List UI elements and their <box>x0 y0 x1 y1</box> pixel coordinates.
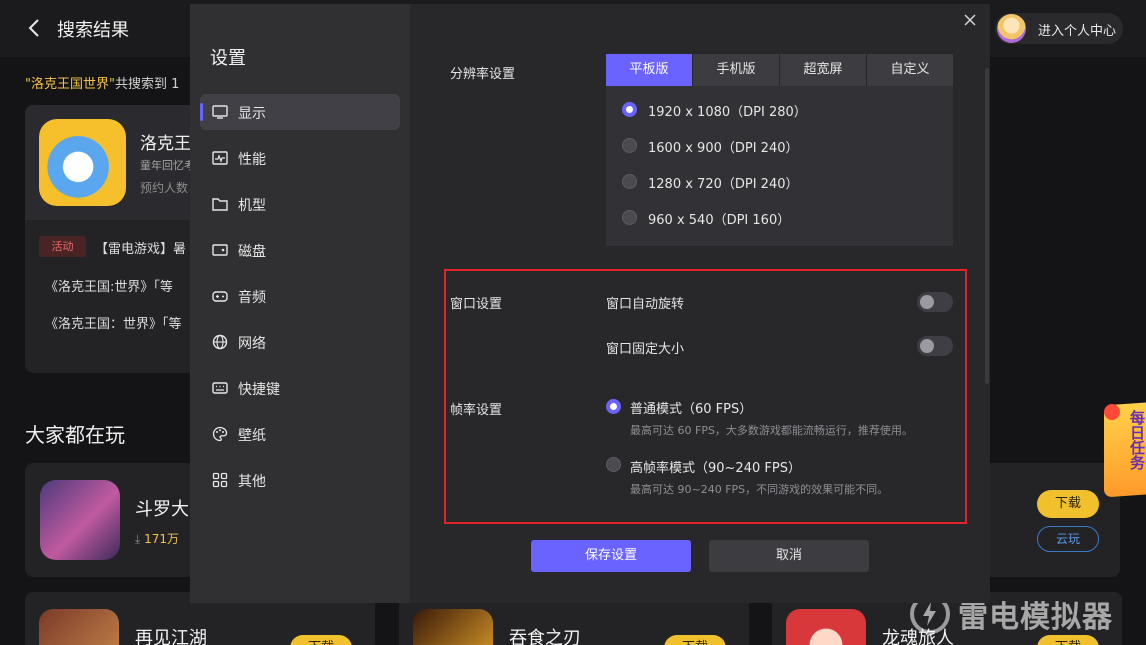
nav-item-disk[interactable]: 磁盘 <box>200 232 400 268</box>
framerate-option-label[interactable]: 高帧率模式（90~240 FPS） <box>630 457 801 476</box>
tab-phone[interactable]: 手机版 <box>693 54 779 86</box>
nav-item-model[interactable]: 机型 <box>200 186 400 222</box>
download-button[interactable]: 下载 <box>1037 490 1099 518</box>
game-icon[interactable] <box>39 609 119 645</box>
activity-tag: 活动 <box>39 236 86 257</box>
game-icon[interactable] <box>413 609 493 645</box>
tab-tablet[interactable]: 平板版 <box>606 54 692 86</box>
download-button[interactable]: 下载 <box>1037 635 1099 645</box>
back-arrow-icon[interactable] <box>24 17 44 39</box>
framerate-option-desc: 最高可达 60 FPS，大多数游戏都能流畅运行，推荐使用。 <box>630 424 913 437</box>
fixed-size-label: 窗口固定大小 <box>606 342 685 357</box>
avatar <box>997 14 1026 43</box>
download-count-value: 171万 <box>144 532 180 546</box>
nav-label: 其他 <box>238 474 266 490</box>
resolution-radio[interactable] <box>622 102 637 117</box>
resolution-option-label[interactable]: 1600 x 900（DPI 240） <box>648 137 798 156</box>
save-button[interactable]: 保存设置 <box>531 540 691 572</box>
resolution-option-label[interactable]: 960 x 540（DPI 160） <box>648 209 790 228</box>
nav-item-performance[interactable]: 性能 <box>200 140 400 176</box>
search-query: "洛克王国世界" <box>25 77 115 92</box>
page-title: 搜索结果 <box>57 20 129 41</box>
dialog-title: 设置 <box>210 48 246 69</box>
search-result-card[interactable]: 洛克王 童年回忆考 预约人数 活动 【雷电游戏】暑 《洛克王国:世界》「等 《洛… <box>25 105 195 373</box>
game-icon[interactable] <box>39 119 126 206</box>
game-icon[interactable] <box>786 609 866 645</box>
user-center-label: 进入个人中心 <box>1038 24 1117 39</box>
scrollbar[interactable] <box>985 68 989 384</box>
settings-dialog: 设置 显示 性能 机型 磁盘 音频 网络 快捷键 壁纸 其他 分辨率设置 平板版… <box>190 4 990 603</box>
news-link[interactable]: 【雷电游戏】暑 <box>95 238 186 257</box>
game-card[interactable]: 斗罗大 ⤓ 171万 <box>25 463 195 577</box>
nav-label: 音频 <box>238 290 266 306</box>
nav-label: 网络 <box>238 336 266 352</box>
disk-icon <box>212 244 228 256</box>
download-button[interactable]: 下载 <box>664 635 726 645</box>
framerate-radio[interactable] <box>606 457 621 472</box>
game-name: 吞食之刃 <box>509 628 581 645</box>
grid-icon <box>212 472 228 488</box>
nav-label: 磁盘 <box>238 244 266 260</box>
resolution-option-label[interactable]: 1920 x 1080（DPI 280） <box>648 101 807 120</box>
game-name: 洛克王 <box>140 134 191 154</box>
nav-label: 显示 <box>238 106 266 122</box>
resolution-options: 1920 x 1080（DPI 280） 1600 x 900（DPI 240）… <box>606 86 953 246</box>
cancel-button[interactable]: 取消 <box>709 540 869 572</box>
resolution-radio[interactable] <box>622 138 637 153</box>
daily-task-label[interactable]: 每日任务 <box>1118 410 1146 470</box>
close-icon[interactable] <box>963 13 977 27</box>
framerate-option-label[interactable]: 普通模式（60 FPS） <box>630 398 752 417</box>
fixed-size-toggle[interactable] <box>917 336 953 356</box>
resolution-radio[interactable] <box>622 210 637 225</box>
auto-rotate-label: 窗口自动旋转 <box>606 297 685 312</box>
resolution-tabs: 平板版 手机版 超宽屏 自定义 <box>606 54 953 86</box>
nav-item-network[interactable]: 网络 <box>200 324 400 360</box>
nav-label: 性能 <box>238 152 266 168</box>
search-summary: "洛克王国世界"共搜索到 1 <box>25 73 190 92</box>
performance-icon <box>212 151 228 165</box>
section-title: 大家都在玩 <box>25 423 125 447</box>
game-icon[interactable] <box>40 480 120 560</box>
nav-label: 壁纸 <box>238 428 266 444</box>
cloud-play-button[interactable]: 云玩 <box>1037 526 1099 552</box>
game-subtitle: 童年回忆考 <box>140 159 195 172</box>
framerate-option-desc: 最高可达 90~240 FPS，不同游戏的效果可能不同。 <box>630 483 889 496</box>
nav-item-hotkeys[interactable]: 快捷键 <box>200 370 400 406</box>
palette-icon <box>212 426 228 442</box>
framerate-label: 帧率设置 <box>450 403 503 418</box>
resolution-label: 分辨率设置 <box>450 67 516 82</box>
auto-rotate-toggle[interactable] <box>917 292 953 312</box>
nav-item-other[interactable]: 其他 <box>200 462 400 498</box>
framerate-radio[interactable] <box>606 399 621 414</box>
user-center-button[interactable]: 进入个人中心 <box>995 13 1123 44</box>
globe-icon <box>212 334 228 350</box>
resolution-radio[interactable] <box>622 174 637 189</box>
window-settings-label: 窗口设置 <box>450 297 503 312</box>
download-icon: ⤓ <box>135 532 145 546</box>
news-link[interactable]: 《洛克王国:世界》「等 <box>45 276 173 295</box>
search-count-text: 共搜索到 1 <box>114 77 180 92</box>
game-reservations: 预约人数 <box>140 181 189 195</box>
resolution-option-label[interactable]: 1280 x 720（DPI 240） <box>648 173 798 192</box>
gamepad-icon <box>212 291 228 302</box>
game-name: 斗罗大 <box>135 499 189 520</box>
nav-item-display[interactable]: 显示 <box>200 94 400 130</box>
settings-sidebar: 设置 显示 性能 机型 磁盘 音频 网络 快捷键 壁纸 其他 <box>190 4 410 603</box>
news-link[interactable]: 《洛克王国：世界》「等 <box>45 313 182 332</box>
monitor-icon <box>212 105 228 119</box>
tab-ultrawide[interactable]: 超宽屏 <box>780 54 866 86</box>
nav-item-wallpaper[interactable]: 壁纸 <box>200 416 400 452</box>
tab-custom[interactable]: 自定义 <box>867 54 953 86</box>
nav-item-audio[interactable]: 音频 <box>200 278 400 314</box>
download-button[interactable]: 下载 <box>290 635 352 645</box>
keyboard-icon <box>212 382 228 394</box>
game-name: 再见江湖 <box>135 628 207 645</box>
folder-icon <box>212 198 228 211</box>
nav-label: 快捷键 <box>238 382 280 398</box>
game-card-actions: 下载 云玩 <box>990 463 1120 577</box>
nav-label: 机型 <box>238 198 266 214</box>
download-count: ⤓ 171万 <box>135 530 179 547</box>
